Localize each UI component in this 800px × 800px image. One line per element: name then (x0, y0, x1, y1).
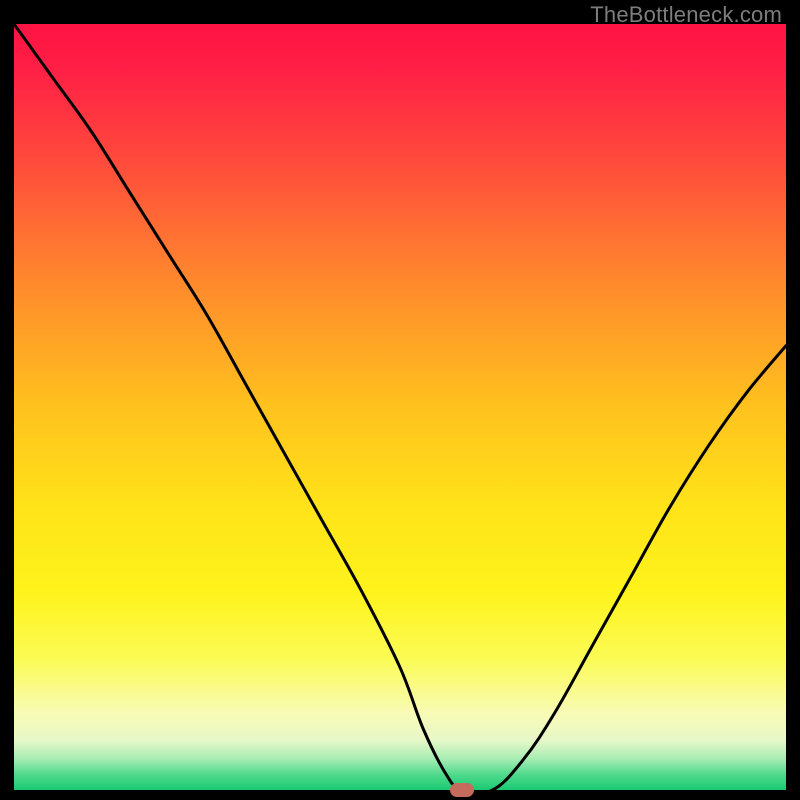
optimal-point-marker (450, 783, 474, 797)
bottleneck-chart (14, 24, 786, 790)
chart-frame: TheBottleneck.com (0, 0, 800, 800)
gradient-background (14, 24, 786, 790)
watermark-text: TheBottleneck.com (590, 2, 782, 28)
